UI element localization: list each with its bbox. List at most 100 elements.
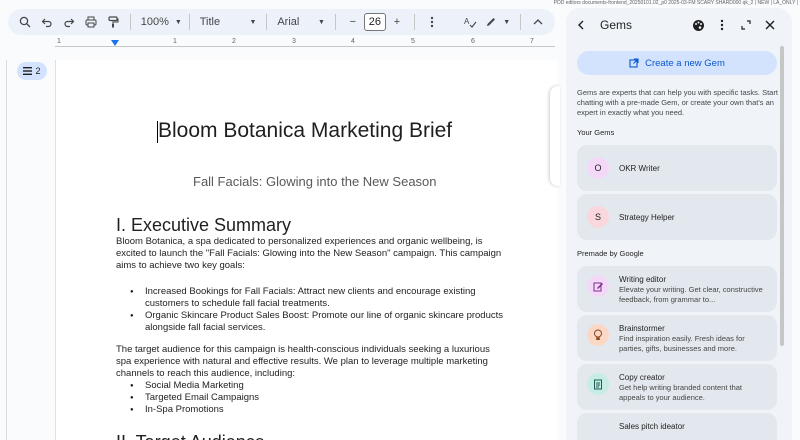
floating-card-edge [550, 86, 560, 186]
premade-card-writing-editor[interactable]: Writing editor Elevate your writing. Get… [577, 266, 777, 312]
pencil-icon [487, 18, 496, 26]
document-subtitle[interactable]: Fall Facials: Glowing into the New Seaso… [193, 174, 437, 189]
gem-name: Strategy Helper [619, 212, 675, 222]
decrease-font-size-button[interactable]: − [342, 11, 364, 33]
ruler-number: 4 [351, 38, 355, 45]
toolbar-divider [188, 14, 190, 30]
svg-text:A: A [464, 17, 470, 26]
toolbar-divider [266, 14, 268, 30]
vertical-ruler[interactable] [0, 60, 7, 440]
paragraph-audience[interactable]: The target audience for this campaign is… [116, 344, 506, 380]
avatar: O [587, 157, 609, 179]
paragraph-intro[interactable]: Bloom Botanica, a spa dedicated to perso… [116, 236, 506, 272]
toolbar-divider [334, 14, 336, 30]
open-in-new-icon [629, 58, 639, 68]
toolbar-divider [129, 14, 131, 30]
undo-icon[interactable] [36, 11, 58, 33]
document-page[interactable]: Bloom Botanica Marketing Brief Fall Faci… [55, 60, 557, 440]
premade-description: Elevate your writing. Get clear, constru… [619, 285, 763, 304]
list-item[interactable]: Increased Bookings for Fall Facials: Att… [130, 286, 510, 310]
build-info-label: PDD editors documents-frontend_20250101.… [553, 0, 798, 6]
zoom-select[interactable]: 100% ▼ [137, 11, 183, 33]
premade-title: Writing editor [619, 275, 666, 284]
premade-heading: Premade by Google [577, 249, 644, 258]
close-icon[interactable] [758, 14, 782, 36]
heading-executive-summary[interactable]: I. Executive Summary [116, 215, 291, 236]
edit-icon [587, 275, 609, 297]
premade-title: Brainstormer [619, 324, 665, 333]
premade-text: Sales pitch ideator [619, 422, 769, 432]
paint-format-icon[interactable] [102, 11, 124, 33]
increase-font-size-button[interactable]: + [386, 11, 408, 33]
back-arrow-icon[interactable] [576, 18, 590, 33]
gem-name: OKR Writer [619, 163, 660, 173]
list-icon [23, 67, 33, 75]
font-select[interactable]: Arial ▼ [273, 11, 329, 33]
font-size-input[interactable]: 26 [363, 13, 386, 31]
ruler-number: 5 [411, 38, 415, 45]
chevron-down-icon: ▼ [249, 18, 257, 26]
heading-target-audience[interactable]: II. Target Audience [116, 432, 265, 440]
ruler-number: 2 [232, 38, 236, 45]
premade-text: Brainstormer Find inspiration easily. Fr… [619, 324, 769, 354]
premade-description: Find inspiration easily. Fresh ideas for… [619, 334, 745, 353]
ruler-line [55, 46, 555, 47]
premade-description: Get help writing branded content that ap… [619, 383, 742, 402]
list-item[interactable]: Targeted Email Campaigns [130, 392, 510, 404]
create-new-gem-button[interactable]: Create a new Gem [577, 51, 777, 75]
lightbulb-icon [587, 324, 609, 346]
gem-card-strategy-helper[interactable]: S Strategy Helper [577, 194, 777, 240]
docs-toolbar: 100% ▼ Title ▼ Arial ▼ − 26 + A ▼ [8, 9, 555, 35]
horizontal-ruler[interactable]: 1 1 2 3 4 5 6 7 [55, 38, 555, 50]
premade-text: Writing editor Elevate your writing. Get… [619, 275, 769, 305]
avatar: S [587, 206, 609, 228]
channels-list: Social Media Marketing Targeted Email Ca… [130, 380, 510, 416]
print-icon[interactable] [80, 11, 102, 33]
editing-mode-select[interactable]: ▼ [481, 11, 514, 33]
chevron-down-icon: ▼ [174, 18, 182, 26]
ruler-number: 6 [471, 38, 475, 45]
premade-title: Sales pitch ideator [619, 422, 685, 431]
gems-side-panel: Gems Create a new Gem Gems are experts t… [566, 8, 792, 440]
gems-description: Gems are experts that can help you with … [577, 88, 778, 117]
collapse-menus-icon[interactable] [527, 11, 549, 33]
premade-card-brainstormer[interactable]: Brainstormer Find inspiration easily. Fr… [577, 315, 777, 361]
expand-icon[interactable] [734, 14, 758, 36]
panel-scrollbar[interactable] [780, 46, 784, 346]
document-icon [587, 373, 609, 395]
font-value: Arial [277, 16, 300, 28]
premade-card-copy-creator[interactable]: Copy creator Get help writing branded co… [577, 364, 777, 410]
paragraph-style-select[interactable]: Title ▼ [196, 11, 261, 33]
ruler-number: 1 [173, 38, 177, 45]
list-item[interactable]: Social Media Marketing [130, 380, 510, 392]
toolbar-divider [520, 14, 522, 30]
more-options-icon[interactable] [421, 11, 443, 33]
create-gem-label: Create a new Gem [645, 57, 725, 69]
ruler-number: 3 [292, 38, 296, 45]
list-item[interactable]: In-Spa Promotions [130, 404, 510, 416]
premade-title: Copy creator [619, 373, 665, 382]
search-menus-icon[interactable] [14, 11, 36, 33]
toolbar-divider [413, 14, 415, 30]
panel-header: Gems [566, 8, 792, 42]
chevron-down-icon: ▼ [503, 18, 511, 26]
spellcheck-icon[interactable]: A [459, 11, 481, 33]
ruler-number: 7 [530, 38, 534, 45]
list-item[interactable]: Organic Skincare Product Sales Boost: Pr… [130, 310, 510, 334]
premade-card-sales-pitch-ideator[interactable]: Sales pitch ideator [577, 413, 777, 440]
goals-list: Increased Bookings for Fall Facials: Att… [130, 286, 510, 334]
redo-icon[interactable] [58, 11, 80, 33]
paragraph-style-value: Title [199, 16, 221, 28]
your-gems-heading: Your Gems [577, 128, 615, 137]
document-title[interactable]: Bloom Botanica Marketing Brief [158, 119, 452, 143]
zoom-value: 100% [140, 16, 169, 28]
panel-title: Gems [600, 18, 633, 32]
premade-text: Copy creator Get help writing branded co… [619, 373, 769, 403]
outline-count: 2 [35, 66, 41, 76]
ruler-number: 1 [57, 38, 61, 45]
document-outline-button[interactable]: 2 [17, 62, 47, 80]
gem-card-okr-writer[interactable]: O OKR Writer [577, 145, 777, 191]
chevron-down-icon: ▼ [318, 18, 325, 26]
gems-palette-icon[interactable] [686, 14, 710, 36]
more-vert-icon[interactable] [710, 14, 734, 36]
